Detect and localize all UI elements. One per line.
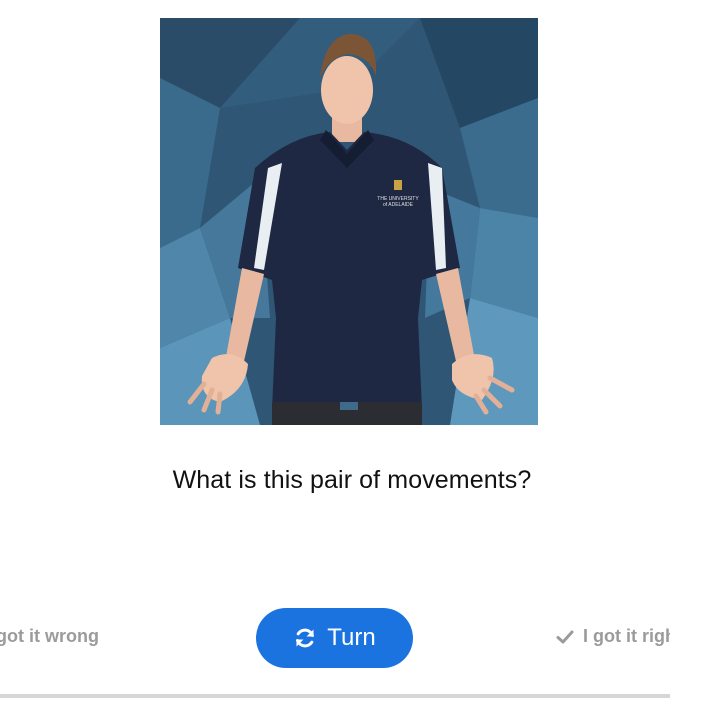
- flashcard-image: THE UNIVERSITY of ADELAIDE: [160, 18, 538, 425]
- logo-text-line2: of ADELAIDE: [383, 202, 414, 208]
- got-it-wrong-button[interactable]: I got it wrong: [0, 626, 99, 647]
- turn-button-label: Turn: [327, 624, 376, 651]
- check-icon: [556, 630, 574, 643]
- person-photo: THE UNIVERSITY of ADELAIDE: [160, 18, 538, 425]
- card-divider: [0, 694, 670, 698]
- question-text: What is this pair of movements?: [172, 466, 532, 494]
- turn-button[interactable]: Turn: [256, 608, 413, 668]
- got-it-right-label: I got it right: [583, 626, 670, 646]
- got-it-right-button[interactable]: I got it right: [556, 626, 670, 647]
- flashcard-stage: THE UNIVERSITY of ADELAIDE What is this …: [0, 0, 704, 704]
- refresh-icon: [296, 628, 315, 648]
